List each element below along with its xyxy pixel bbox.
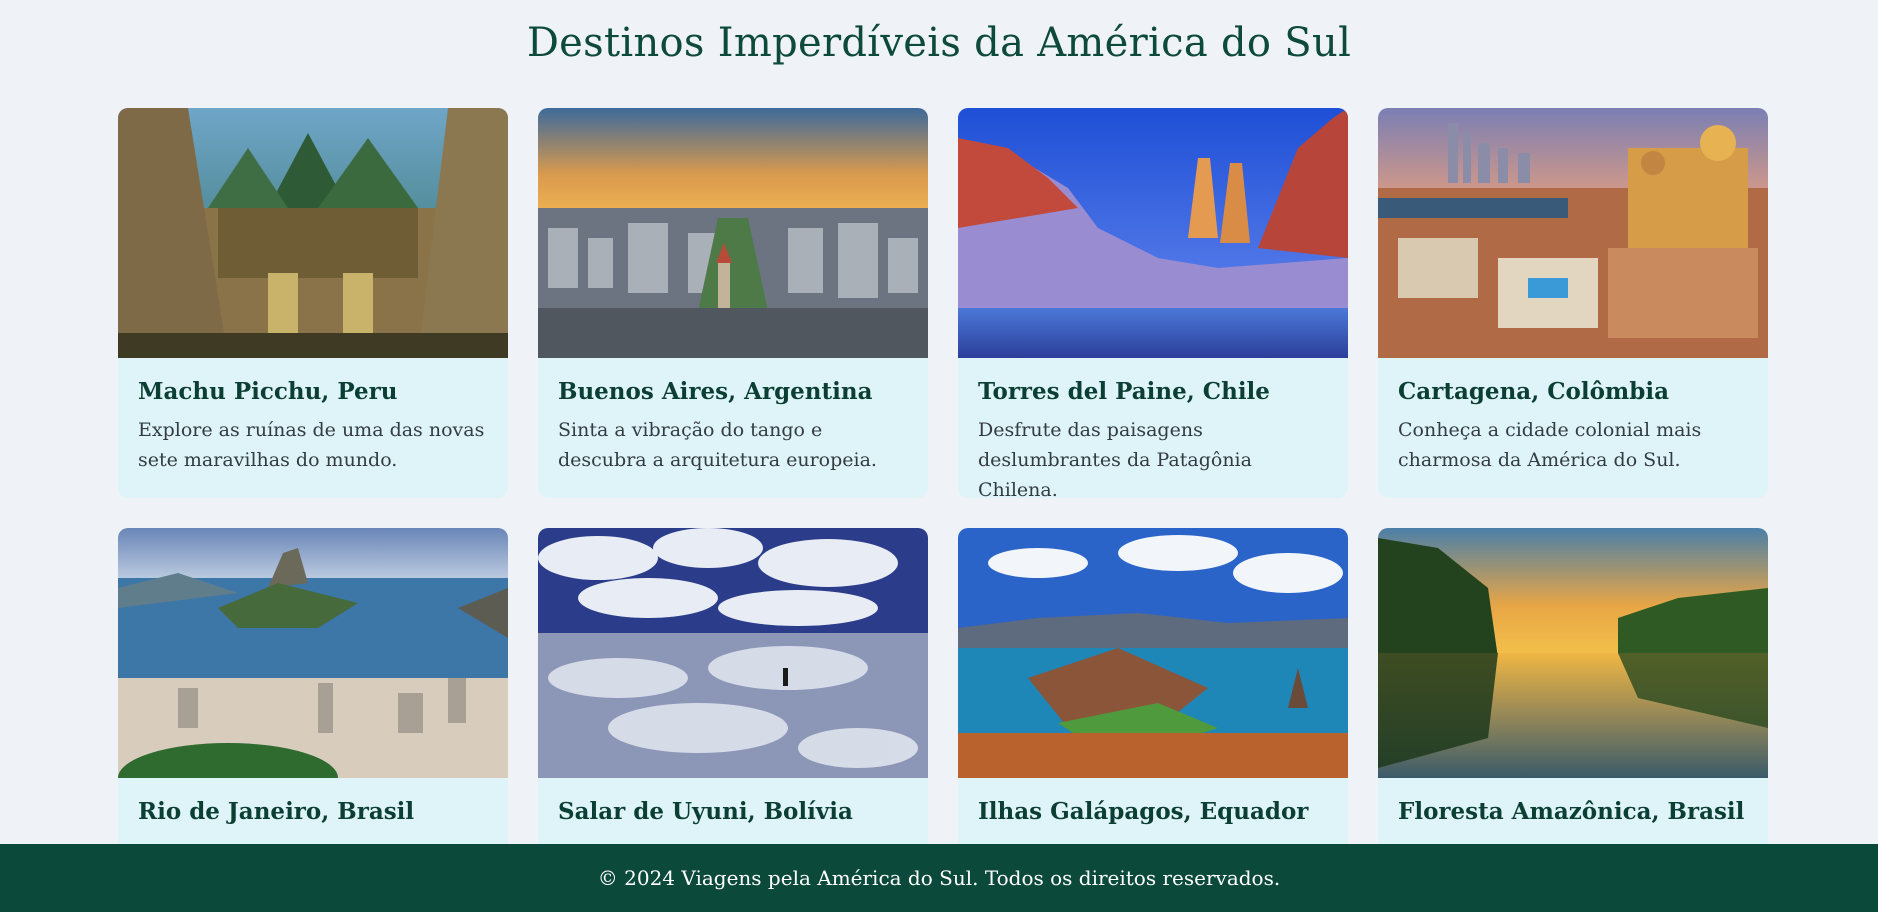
footer-copyright: © 2024 Viagens pela América do Sul. Todo… xyxy=(597,866,1281,890)
galapagos-image xyxy=(958,528,1348,778)
page-footer: © 2024 Viagens pela América do Sul. Todo… xyxy=(0,844,1878,912)
destination-card-machu-picchu[interactable]: Machu Picchu, Peru Explore as ruínas de … xyxy=(118,108,508,498)
destination-description: Desfrute das paisagens deslumbrantes da … xyxy=(978,419,1252,498)
rio-de-janeiro-image xyxy=(118,528,508,778)
torres-del-paine-image xyxy=(958,108,1348,358)
salar-de-uyuni-image xyxy=(538,528,928,778)
destination-title: Ilhas Galápagos, Equador xyxy=(978,798,1309,825)
amazon-image xyxy=(1378,528,1768,778)
machu-picchu-image xyxy=(118,108,508,358)
buenos-aires-image xyxy=(538,108,928,358)
destination-title: Buenos Aires, Argentina xyxy=(558,378,873,405)
destination-card-torres-del-paine[interactable]: Torres del Paine, Chile Desfrute das pai… xyxy=(958,108,1348,498)
page-title: Destinos Imperdíveis da América do Sul xyxy=(526,20,1352,66)
destination-title: Salar de Uyuni, Bolívia xyxy=(558,798,853,825)
destination-title: Floresta Amazônica, Brasil xyxy=(1398,798,1745,825)
destination-card-buenos-aires[interactable]: Buenos Aires, Argentina Sinta a vibração… xyxy=(538,108,928,498)
cartagena-image xyxy=(1378,108,1768,358)
destination-title: Machu Picchu, Peru xyxy=(138,378,398,405)
destination-title: Rio de Janeiro, Brasil xyxy=(138,798,415,825)
destination-card-cartagena[interactable]: Cartagena, Colômbia Conheça a cidade col… xyxy=(1378,108,1768,498)
destination-description: Explore as ruínas de uma das novas sete … xyxy=(138,419,485,471)
destination-title: Torres del Paine, Chile xyxy=(978,378,1270,405)
destination-description: Conheça a cidade colonial mais charmosa … xyxy=(1398,419,1702,471)
destination-description: Sinta a vibração do tango e descubra a a… xyxy=(558,419,877,471)
destination-title: Cartagena, Colômbia xyxy=(1398,378,1669,405)
destinations-grid: Machu Picchu, Peru Explore as ruínas de … xyxy=(118,108,1768,912)
